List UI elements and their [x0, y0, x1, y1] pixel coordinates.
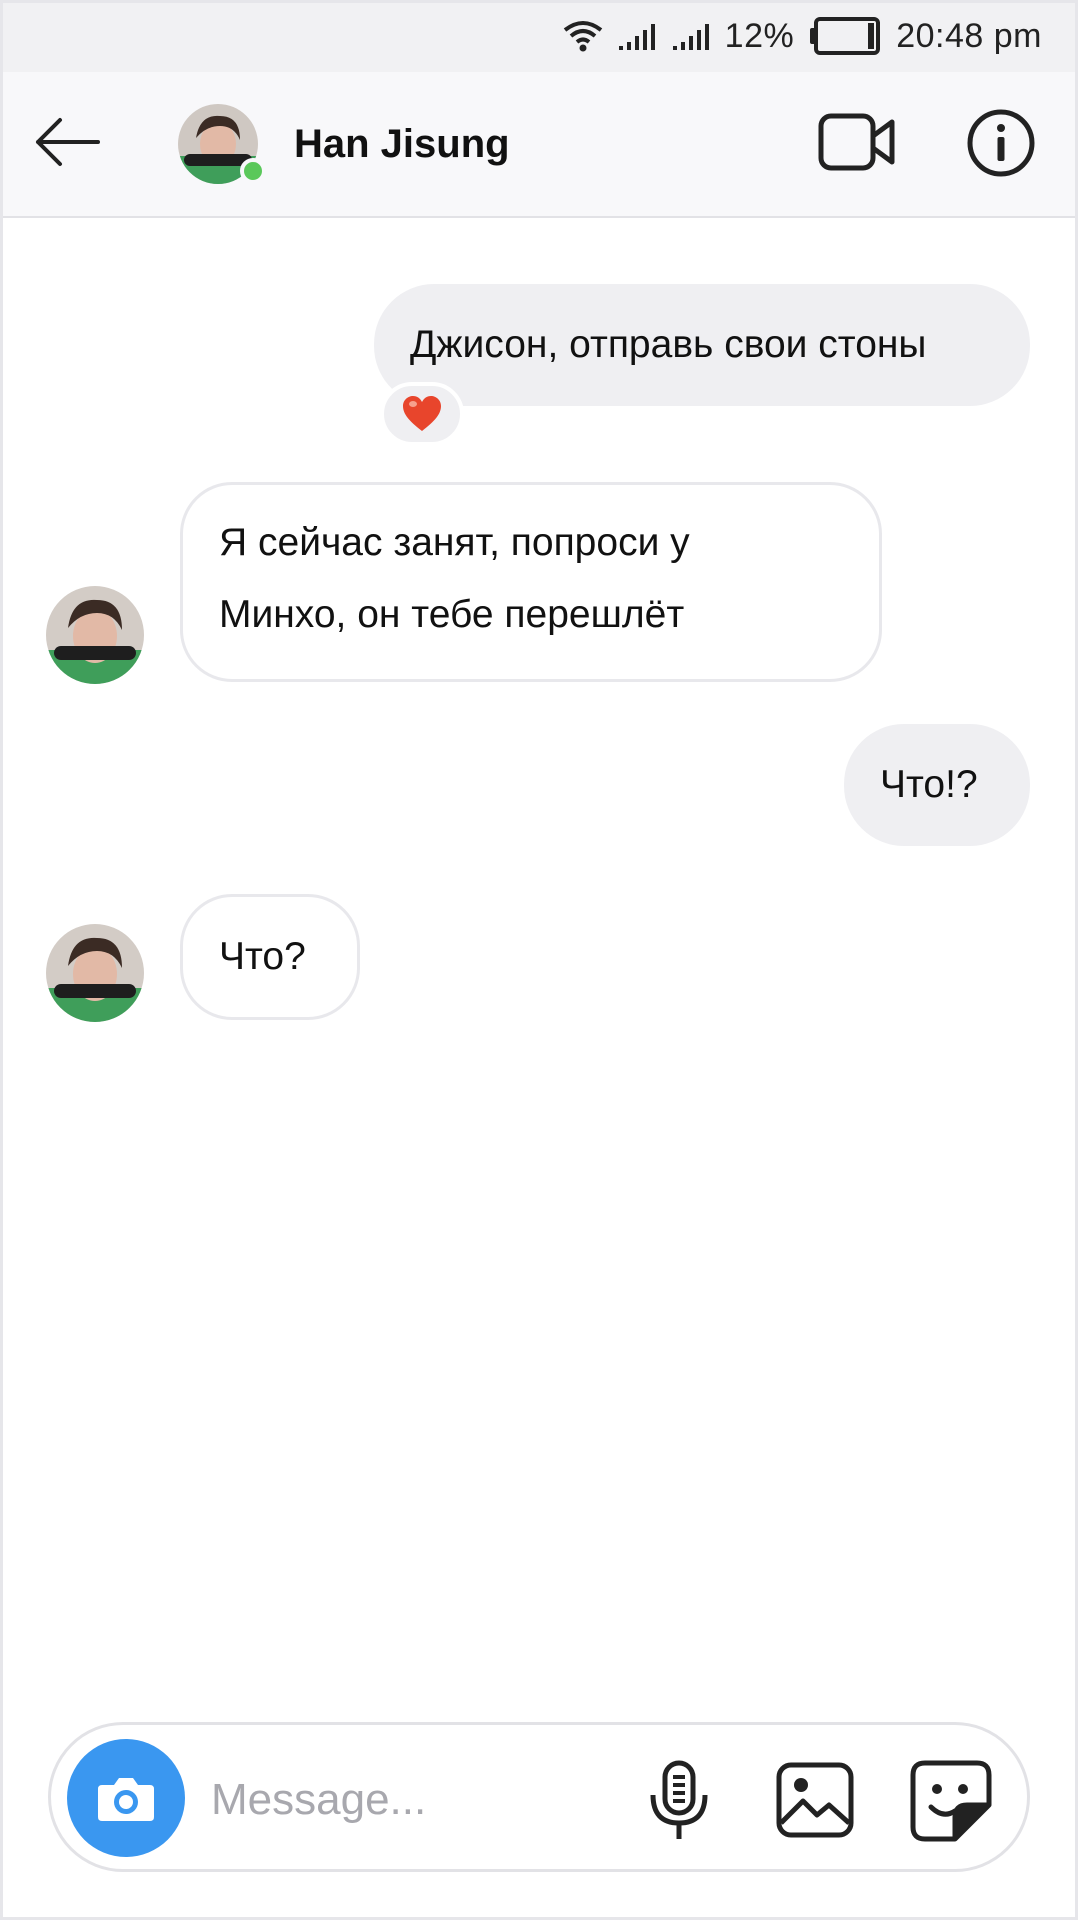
- wifi-icon: [563, 20, 603, 52]
- avatar[interactable]: [46, 586, 144, 684]
- online-indicator: [240, 158, 266, 184]
- voice-message-button[interactable]: [639, 1759, 719, 1841]
- chat-header: Han Jisung: [0, 72, 1078, 218]
- gallery-button[interactable]: [775, 1761, 855, 1839]
- video-call-button[interactable]: [818, 110, 896, 174]
- clock: 20:48 pm: [896, 16, 1042, 55]
- status-bar: 12% 20:48 pm: [0, 0, 1078, 72]
- signal-icon: [671, 20, 711, 52]
- sticker-button[interactable]: [909, 1759, 993, 1843]
- arrow-left-icon: [36, 118, 100, 166]
- reaction-badge[interactable]: [380, 382, 464, 446]
- video-camera-icon: [818, 113, 895, 171]
- battery-icon: [808, 17, 882, 55]
- message-input[interactable]: [211, 1765, 631, 1835]
- gallery-icon: [776, 1762, 854, 1838]
- camera-icon: [98, 1778, 154, 1821]
- profile-photo: [46, 586, 144, 684]
- contact-name[interactable]: Han Jisung: [294, 122, 510, 167]
- microphone-icon: [650, 1760, 708, 1839]
- info-icon: [967, 109, 1035, 177]
- profile-photo: [46, 924, 144, 1022]
- message-composer: [48, 1722, 1030, 1872]
- sticker-icon: [910, 1760, 992, 1842]
- back-button[interactable]: [34, 112, 104, 172]
- heart-icon: [403, 396, 441, 431]
- battery-percent: 12%: [724, 16, 795, 55]
- message-line: Я сейчас занят, попроси у: [219, 521, 690, 564]
- avatar[interactable]: [46, 924, 144, 1022]
- message-outgoing[interactable]: Джисон, отправь свои стоны: [374, 284, 1030, 406]
- message-line: Минхо, он тебе перешлёт: [219, 593, 685, 636]
- message-incoming[interactable]: Я сейчас занят, попроси у Минхо, он тебе…: [180, 482, 882, 682]
- camera-button[interactable]: [67, 1739, 185, 1857]
- message-incoming[interactable]: Что?: [180, 894, 360, 1020]
- signal-icon: [617, 20, 657, 52]
- info-button[interactable]: [966, 108, 1036, 178]
- message-outgoing[interactable]: Что!?: [844, 724, 1030, 846]
